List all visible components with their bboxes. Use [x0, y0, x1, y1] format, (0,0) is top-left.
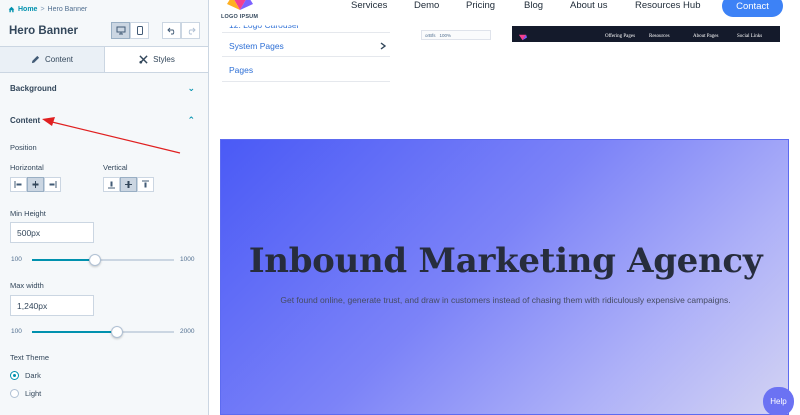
device-view-toggle [111, 22, 149, 39]
max-width-input[interactable] [10, 295, 94, 316]
brush-icon [139, 55, 148, 64]
contact-button[interactable]: Contact [722, 0, 783, 17]
redo-icon [188, 27, 196, 34]
align-top-icon [142, 180, 149, 188]
align-right-icon [49, 181, 57, 188]
chevron-down-icon: ⌄ [187, 83, 195, 93]
min-height-slider-fill [32, 259, 96, 261]
nav-pricing[interactable]: Pricing [466, 0, 495, 11]
min-height-label: Min Height [10, 209, 46, 218]
breadcrumb: Home > Hero Banner [8, 6, 87, 13]
logo-icon [518, 34, 527, 41]
position-label: Position [10, 143, 37, 152]
redo-button[interactable] [181, 22, 200, 39]
background-section-header[interactable]: Background ⌄ [0, 73, 208, 105]
editor-sidebar: Home > Hero Banner Hero Banner Content S… [0, 0, 209, 415]
horizontal-align-group [10, 177, 61, 192]
menu-item-pages[interactable]: Pages [229, 65, 253, 75]
menu-divider [222, 81, 390, 82]
tab-styles-label: Styles [153, 55, 175, 64]
chevron-up-icon: ⌃ [187, 114, 195, 125]
min-height-slider-min: 100 [11, 256, 22, 263]
content-section-header[interactable]: Content ⌃ [0, 104, 208, 136]
vertical-label: Vertical [103, 163, 128, 172]
panel-tabs: Content Styles [0, 46, 208, 73]
tab-styles[interactable]: Styles [105, 47, 208, 72]
tab-content[interactable]: Content [0, 47, 105, 72]
undo-button[interactable] [162, 22, 181, 39]
menu-divider [222, 32, 390, 33]
desktop-icon [116, 26, 125, 35]
horizontal-label: Horizontal [10, 163, 44, 172]
nav-blog[interactable]: Blog [524, 0, 543, 11]
vertical-align-group [103, 177, 154, 192]
max-width-slider-thumb[interactable] [111, 326, 124, 338]
home-icon [8, 6, 15, 13]
menu-divider [222, 56, 390, 57]
site-navigation: LOGO IPSUM Services Demo Pricing Blog Ab… [210, 0, 800, 25]
text-theme-dark-option[interactable]: Dark [10, 371, 41, 380]
align-top-button[interactable] [137, 177, 154, 192]
hero-banner-module[interactable]: Inbound Marketing Agency Get found onlin… [220, 139, 789, 415]
chevron-right-icon [380, 42, 386, 50]
footer-link-resources: Resources [649, 34, 670, 39]
background-section-label: Background [10, 84, 57, 93]
pencil-icon [31, 55, 40, 64]
tab-content-label: Content [44, 55, 74, 64]
radio-dark[interactable] [10, 371, 19, 380]
radio-light[interactable] [10, 389, 19, 398]
help-button[interactable]: Help [763, 387, 794, 415]
align-left-icon [14, 181, 22, 188]
breadcrumb-home-link[interactable]: Home [18, 6, 37, 13]
max-width-slider-fill [32, 331, 118, 333]
align-left-button[interactable] [10, 177, 27, 192]
mini-toolbar: orBfs 100% [421, 30, 491, 40]
mobile-icon [136, 26, 143, 35]
footer-link-social-links: Social Links [737, 34, 763, 39]
max-width-label: Max width [10, 281, 44, 290]
footer-link-offering-pages: Offering Pages [605, 34, 636, 39]
align-middle-icon [125, 181, 132, 188]
mini-toolbar-zoom: 100% [439, 32, 452, 38]
max-width-slider[interactable] [32, 326, 174, 338]
align-bottom-icon [108, 181, 115, 189]
content-section-label: Content [10, 115, 41, 125]
logo-text: LOGO IPSUM [221, 14, 259, 20]
min-height-slider-max: 1000 [180, 256, 195, 263]
menu-item-system-pages[interactable]: System Pages [229, 41, 284, 51]
align-bottom-button[interactable] [103, 177, 120, 192]
nav-about-us[interactable]: About us [570, 0, 608, 11]
nav-resources-hub[interactable]: Resources Hub [635, 0, 700, 11]
mobile-view-button[interactable] [130, 22, 149, 39]
desktop-view-button[interactable] [111, 22, 130, 39]
mini-toolbar-field: orBfs [425, 32, 436, 38]
text-theme-label: Text Theme [10, 353, 50, 362]
text-theme-light-option[interactable]: Light [10, 389, 41, 398]
breadcrumb-separator: > [40, 6, 45, 13]
breadcrumb-current: Hero Banner [47, 6, 88, 13]
align-right-button[interactable] [44, 177, 61, 192]
undo-icon [166, 27, 174, 34]
align-center-button[interactable] [27, 177, 44, 192]
align-middle-button[interactable] [120, 177, 137, 192]
nav-services[interactable]: Services [351, 0, 387, 11]
min-height-slider-thumb[interactable] [89, 254, 102, 266]
max-width-slider-max: 2000 [180, 328, 195, 335]
page-preview: LOGO IPSUM Services Demo Pricing Blog Ab… [210, 0, 800, 415]
footer-link-about-pages: About Pages [693, 34, 719, 39]
footer-preview-thumbnail: Offering Pages Resources About Pages Soc… [512, 26, 780, 42]
hero-subtitle: Get found online, generate trust, and dr… [280, 295, 731, 305]
logo-icon [227, 0, 253, 10]
hero-title: Inbound Marketing Agency [248, 241, 763, 281]
min-height-slider[interactable] [32, 254, 174, 266]
max-width-slider-min: 100 [11, 328, 22, 335]
nav-demo[interactable]: Demo [414, 0, 439, 11]
text-theme-dark-label: Dark [25, 371, 41, 380]
undo-redo-group [162, 22, 200, 39]
text-theme-light-label: Light [25, 389, 42, 398]
panel-title: Hero Banner [9, 25, 79, 37]
min-height-input[interactable] [10, 222, 94, 243]
align-center-icon [32, 181, 39, 188]
